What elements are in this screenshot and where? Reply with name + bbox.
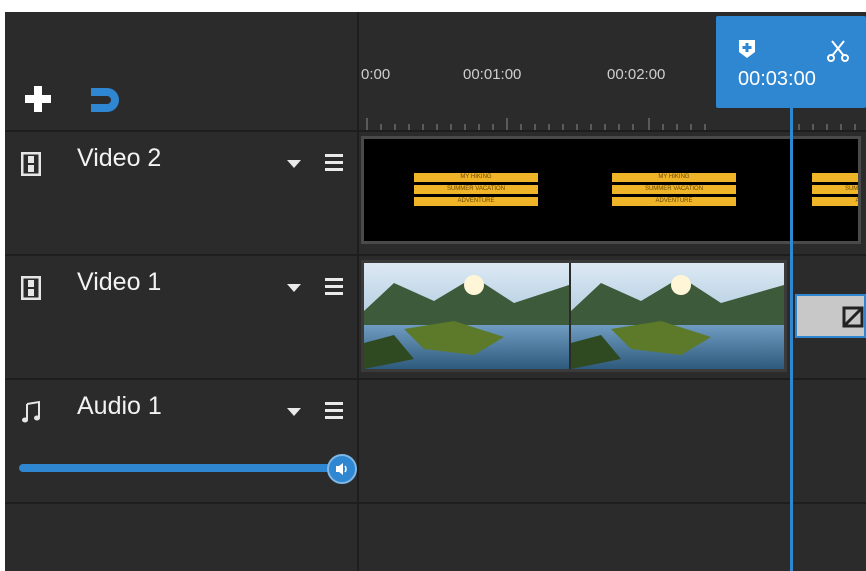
speaker-icon [336, 463, 347, 475]
title-line: ADVENTURE [812, 197, 858, 206]
title-clip[interactable]: MY HIKING SUMMER VACATION ADVENTURE MY H… [361, 136, 861, 244]
volume-slider-handle[interactable] [327, 454, 357, 484]
timeline-editor: 0:00 00:01:00 00:02:00 Video 2 MY HIKING… [5, 12, 866, 571]
track-header: Video 2 [5, 132, 357, 256]
transition-clip[interactable] [795, 294, 866, 338]
volume-slider[interactable] [19, 464, 349, 472]
title-line: MY HIKING [812, 173, 858, 182]
track-audio-1: Audio 1 [5, 378, 866, 504]
ruler-label: 00:02:00 [607, 66, 666, 83]
title-card: MY HIKING SUMMER VACATION ADVENTURE [612, 173, 736, 209]
film-icon [21, 152, 41, 176]
chevron-down-icon[interactable] [287, 160, 301, 168]
title-line: MY HIKING [414, 173, 538, 182]
film-icon [21, 276, 41, 300]
title-line: MY HIKING [612, 173, 736, 182]
scissors-icon[interactable] [826, 38, 850, 62]
hamburger-menu-icon[interactable] [325, 278, 343, 296]
thumbnail [571, 263, 784, 369]
track-name: Audio 1 [77, 392, 162, 420]
title-line: SUMMER VACATION [612, 185, 736, 194]
ruler-label: 00:01:00 [463, 66, 522, 83]
video-clip[interactable] [361, 260, 787, 372]
video-thumbnails [364, 263, 784, 369]
playhead[interactable]: 00:03:00 [716, 16, 866, 108]
hamburger-menu-icon[interactable] [325, 402, 343, 420]
transition-icon [842, 306, 864, 328]
chevron-down-icon[interactable] [287, 284, 301, 292]
chevron-down-icon[interactable] [287, 408, 301, 416]
title-line: SUMMER VACATION [812, 185, 858, 194]
track-header: Video 1 [5, 256, 357, 380]
thumbnail [364, 263, 569, 369]
playhead-line[interactable] [790, 108, 793, 571]
hamburger-menu-icon[interactable] [325, 154, 343, 172]
track-video-2: Video 2 MY HIKING SUMMER VACATION ADVENT… [5, 130, 866, 256]
track-name: Video 1 [77, 268, 162, 296]
title-line: SUMMER VACATION [414, 185, 538, 194]
music-note-icon [22, 400, 40, 423]
title-card: MY HIKING SUMMER VACATION ADVENTURE [414, 173, 538, 209]
ruler-label: 0:00 [361, 66, 391, 83]
track-video-1: Video 1 [5, 254, 866, 380]
title-line: ADVENTURE [414, 197, 538, 206]
playhead-time: 00:03:00 [738, 68, 816, 90]
track-header: Audio 1 [5, 380, 357, 502]
magnet-icon[interactable] [87, 84, 123, 116]
add-marker-icon[interactable] [736, 38, 758, 60]
title-line: ADVENTURE [612, 197, 736, 206]
plus-icon[interactable] [25, 86, 51, 112]
title-card: MY HIKING SUMMER VACATION ADVENTURE [812, 173, 858, 209]
track-name: Video 2 [77, 144, 162, 172]
